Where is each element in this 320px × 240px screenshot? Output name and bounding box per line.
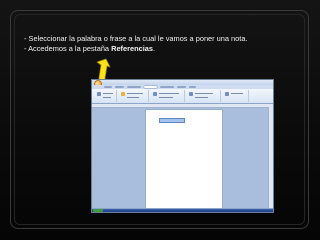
ribbon-panel	[92, 89, 273, 104]
document-page[interactable]	[146, 110, 222, 208]
instruction-line-2-suffix: .	[153, 44, 156, 53]
ribbon-group-titulos	[186, 90, 221, 102]
tab-referencias[interactable]	[144, 86, 157, 88]
tab-inicio[interactable]	[104, 86, 112, 88]
citation-icon[interactable]	[153, 92, 157, 96]
ribbon-text	[127, 93, 143, 94]
ribbon-text	[195, 97, 208, 98]
document-workspace	[92, 104, 273, 208]
vertical-scrollbar[interactable]	[268, 107, 273, 208]
start-button[interactable]	[93, 209, 103, 212]
ribbon-group-1	[94, 90, 117, 102]
referencias-label: Referencias	[111, 44, 154, 53]
instruction-line-2: - Accedemos a la pestaña Referencias.	[24, 44, 304, 54]
taskbar	[92, 209, 273, 212]
instructions-text: - Seleccionar la palabra o frase a la cu…	[24, 34, 304, 54]
instruction-line-2-prefix: - Accedemos a la pestaña	[24, 44, 112, 53]
ribbon-text	[103, 97, 111, 98]
tab-diseno-pagina[interactable]	[127, 86, 141, 88]
ribbon-text	[103, 93, 113, 94]
ruler	[92, 104, 273, 108]
ribbon-group-citas	[150, 90, 185, 102]
ribbon-text	[195, 93, 213, 94]
tab-insertar[interactable]	[115, 86, 124, 88]
footnote-icon[interactable]	[121, 92, 125, 96]
toc-icon[interactable]	[97, 92, 101, 96]
ribbon-text	[159, 93, 179, 94]
caption-icon[interactable]	[189, 92, 193, 96]
index-icon[interactable]	[225, 92, 229, 96]
ribbon-group-notas	[118, 90, 149, 102]
tab-vista[interactable]	[189, 86, 196, 88]
ribbon-text	[159, 97, 173, 98]
tab-revisar[interactable]	[177, 86, 186, 88]
ribbon-text	[231, 93, 243, 94]
slide: - Seleccionar la palabra o frase a la cu…	[0, 0, 320, 240]
selected-text[interactable]	[159, 118, 185, 123]
tab-correspondencia[interactable]	[160, 86, 174, 88]
ribbon-group-indice	[222, 90, 249, 102]
ribbon-text	[127, 97, 139, 98]
word-screenshot	[91, 79, 274, 213]
instruction-line-1: - Seleccionar la palabra o frase a la cu…	[24, 34, 248, 43]
